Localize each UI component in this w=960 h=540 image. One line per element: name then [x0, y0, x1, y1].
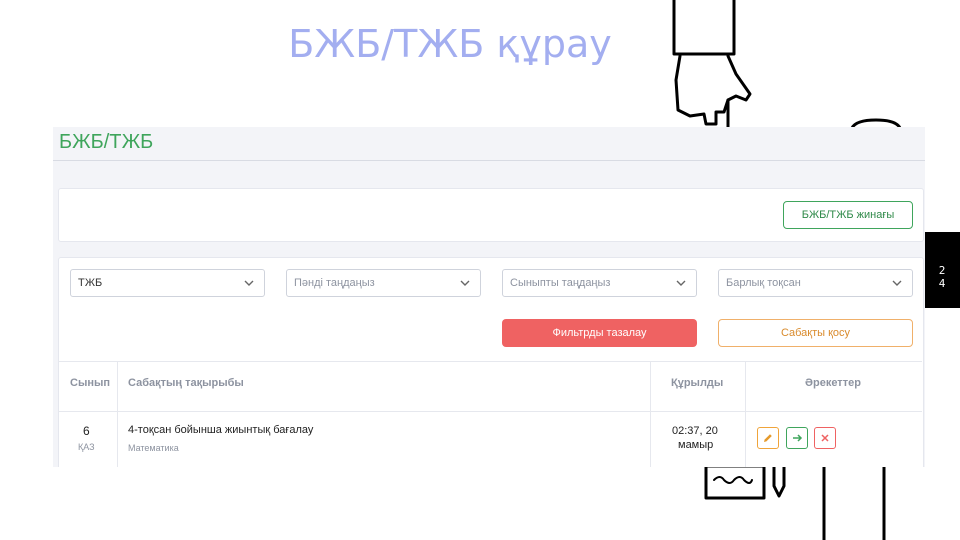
chevron-down-icon: [244, 280, 254, 286]
type-select[interactable]: ТЖБ: [70, 269, 265, 297]
header-class: Сынып: [70, 377, 111, 389]
table-col-divider: [650, 361, 651, 467]
chevron-down-icon: [892, 280, 902, 286]
header-topic: Сабақтың тақырыбы: [128, 377, 244, 389]
page-number-bottom: 4: [938, 277, 946, 290]
subject-select-placeholder: Пәнді таңдаңыз: [294, 277, 375, 289]
table-col-divider: [117, 361, 118, 467]
chevron-down-icon: [676, 280, 686, 286]
add-lesson-button[interactable]: Сабақты қосу: [718, 319, 913, 347]
header-actions: Әрекеттер: [805, 377, 861, 389]
create-collection-button[interactable]: БЖБ/ТЖБ жинағы: [783, 201, 913, 229]
table-col-divider: [745, 361, 746, 467]
app-screenshot: БЖБ/ТЖБ БЖБ/ТЖБ жинағы ТЖБ Пәнді таңдаңы…: [53, 127, 925, 467]
table-header-divider: [58, 411, 922, 412]
row-class-language: ҚАЗ: [78, 442, 95, 452]
class-select-placeholder: Сыныпты таңдаңыз: [510, 277, 611, 289]
table-top-divider: [58, 361, 922, 362]
chevron-down-icon: [460, 280, 470, 286]
row-class-number: 6: [83, 424, 90, 438]
row-created-time: 02:37, 20: [672, 425, 718, 437]
type-select-value: ТЖБ: [78, 277, 103, 289]
arrow-right-icon: [793, 434, 803, 442]
clear-filters-button[interactable]: Фильтрды тазалау: [502, 319, 697, 347]
slide-title: БЖБ/ТЖБ құрау: [288, 22, 612, 66]
class-select[interactable]: Сыныпты таңдаңыз: [502, 269, 697, 297]
page-title: БЖБ/ТЖБ: [59, 131, 154, 153]
pencil-icon: [764, 434, 772, 442]
subject-select[interactable]: Пәнді таңдаңыз: [286, 269, 481, 297]
edit-button[interactable]: [757, 427, 779, 449]
app-header: БЖБ/ТЖБ: [53, 127, 925, 161]
header-created: Құрылды: [671, 377, 724, 389]
close-icon: [821, 434, 829, 442]
row-topic: 4-тоқсан бойынша жиынтық бағалау: [128, 424, 314, 436]
quarter-select-value: Барлық тоқсан: [726, 277, 801, 289]
page-number-badge: 2 4: [924, 232, 960, 308]
open-button[interactable]: [786, 427, 808, 449]
quarter-select[interactable]: Барлық тоқсан: [718, 269, 913, 297]
row-created-month: мамыр: [678, 439, 714, 451]
page-number-top: 2: [938, 264, 946, 277]
row-subject: Математика: [128, 443, 179, 453]
delete-button[interactable]: [814, 427, 836, 449]
